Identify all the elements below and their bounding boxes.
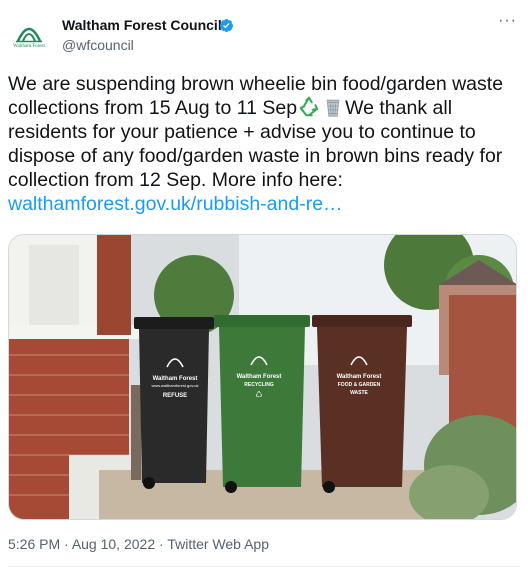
food-bin-label2: FOOD & GARDEN [338,382,381,388]
tweet-metadata: 5:26 PM · Aug 10, 2022 · Twitter Web App [8,536,269,552]
refuse-bin [134,317,214,489]
verified-badge-icon [219,18,234,33]
tweet-photo[interactable]: Waltham Forest www.walthamforest.gov.uk … [8,234,517,520]
avatar-logo-text: Waltham Forest [13,44,45,49]
food-bin-label3: WASTE [350,390,368,396]
avatar[interactable]: Waltham Forest [8,14,50,56]
refuse-bin-label3: REFUSE [163,393,187,399]
wastebasket-icon [326,99,340,117]
recycling-bin [214,315,310,487]
tweet-link[interactable]: walthamforest.gov.uk/rubbish-and-re… [8,193,343,215]
divider [8,566,520,567]
account-name[interactable]: Waltham Forest Council [62,17,222,33]
tweet-source: Twitter Web App [167,536,269,552]
tweet-date[interactable]: Aug 10, 2022 [72,536,155,552]
meta-separator: · [155,536,168,552]
council-logo-icon [16,27,42,43]
meta-separator: · [60,536,72,552]
recycling-bin-label1: Waltham Forest [237,374,282,380]
more-options-icon[interactable]: ··· [498,12,517,30]
bins-photo: Waltham Forest www.walthamforest.gov.uk … [9,235,516,519]
recycling-symbol-icon [299,96,319,117]
recycling-bin-label3: ♺ [255,390,262,399]
food-bin-label1: Waltham Forest [337,374,382,380]
refuse-bin-label2: www.walthamforest.gov.uk [151,383,198,388]
tweet-card: Waltham Forest Waltham Forest Council @w… [0,0,528,572]
refuse-bin-label1: Waltham Forest [153,376,198,382]
recycling-bin-label2: RECYCLING [244,382,274,388]
tweet-time[interactable]: 5:26 PM [8,536,60,552]
food-garden-bin [312,315,412,487]
tweet-text: We are suspending brown wheelie bin food… [8,72,523,216]
account-handle[interactable]: @wfcouncil [62,37,134,53]
